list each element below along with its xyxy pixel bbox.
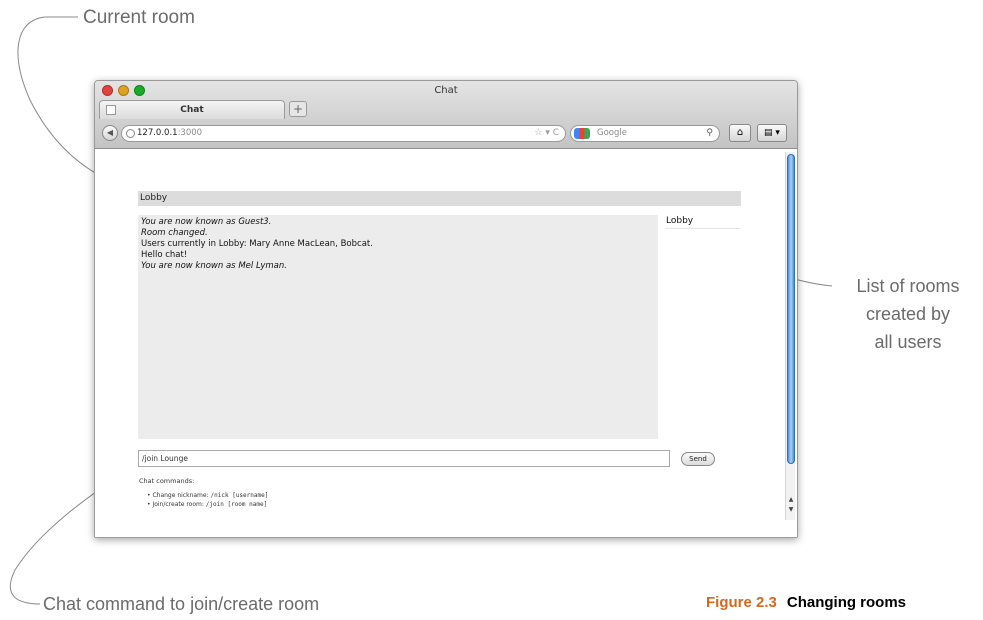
page-content: Lobby You are now known as Guest3. Room … <box>95 150 797 537</box>
current-room-heading: Lobby <box>138 191 741 206</box>
help-title: Chat commands: <box>139 477 195 485</box>
room-list: Lobby <box>665 215 741 229</box>
figure-number: Figure 2.3 <box>706 594 777 611</box>
tab-favicon-icon <box>106 105 116 115</box>
callout-room-list-line3: all users <box>874 332 942 352</box>
stage: Current room List of rooms created by al… <box>0 0 983 620</box>
search-input[interactable]: Google ⚲ <box>570 125 720 142</box>
callout-chat-command: Chat command to join/create room <box>43 594 320 614</box>
browser-window: Chat Chat + ◀ 127.0.0.1:3000 ☆ ▾ C Googl… <box>94 80 798 538</box>
url-host: 127.0.0.1 <box>137 128 178 138</box>
help-item-nick: Change nickname: /nick [username] <box>147 491 268 500</box>
help-nick-command: /nick [username] <box>210 492 269 499</box>
help-item-join: Join/create room: /join [room name] <box>147 500 268 509</box>
title-bar: Chat Chat + ◀ 127.0.0.1:3000 ☆ ▾ C Googl… <box>95 81 797 149</box>
send-button[interactable]: Send <box>681 452 715 466</box>
navigation-bar: ◀ 127.0.0.1:3000 ☆ ▾ C Google ⚲ ⌂ ▤ ▾ <box>95 122 797 147</box>
message-line: Room changed. <box>141 228 208 238</box>
message-line: Hello chat! <box>141 250 188 260</box>
message-line: You are now known as Mel Lyman. <box>141 261 287 271</box>
search-icon[interactable]: ⚲ <box>706 126 713 141</box>
message-log: You are now known as Guest3. Room change… <box>138 215 658 439</box>
tab-chat[interactable]: Chat <box>99 100 285 119</box>
url-port: :3000 <box>177 128 203 138</box>
help-nick-label: Change nickname: <box>152 492 211 499</box>
scroll-thumb[interactable] <box>787 154 795 464</box>
callout-room-list-line1: List of rooms <box>856 276 960 296</box>
globe-icon <box>126 129 135 138</box>
tab-label: Chat <box>180 105 204 115</box>
help-join-label: Join/create room: <box>152 501 206 508</box>
back-button[interactable]: ◀ <box>102 125 118 141</box>
new-tab-button[interactable]: + <box>289 101 307 117</box>
callout-room-list: List of rooms created by all users <box>838 272 978 356</box>
help-join-command: /join [room name] <box>205 501 268 508</box>
scroll-up-arrow-icon[interactable]: ▲ <box>787 496 795 504</box>
bookmarks-button[interactable]: ▤ ▾ <box>757 124 787 142</box>
message-line: Users currently in Lobby: Mary Anne MacL… <box>141 239 373 249</box>
callout-current-room: Current room <box>83 7 195 28</box>
address-bar[interactable]: 127.0.0.1:3000 ☆ ▾ C <box>121 125 566 142</box>
callout-room-list-line2: created by <box>865 304 951 324</box>
figure-title: Changing rooms <box>786 594 907 611</box>
url-tools-icons[interactable]: ☆ ▾ C <box>534 126 559 141</box>
vertical-scrollbar[interactable]: ▲ ▼ <box>785 152 795 520</box>
home-button[interactable]: ⌂ <box>729 124 751 142</box>
google-engine-icon[interactable] <box>574 128 590 139</box>
scroll-down-arrow-icon[interactable]: ▼ <box>787 506 795 514</box>
help-list: Change nickname: /nick [username] Join/c… <box>147 491 268 509</box>
window-title: Chat <box>434 85 458 96</box>
message-line: You are now known as Guest3. <box>141 217 272 227</box>
search-placeholder: Google <box>597 128 627 138</box>
message-input[interactable]: /join Lounge <box>138 450 670 467</box>
figure-caption: Figure 2.3 Changing rooms <box>706 594 906 611</box>
room-list-item-lobby[interactable]: Lobby <box>665 215 741 229</box>
